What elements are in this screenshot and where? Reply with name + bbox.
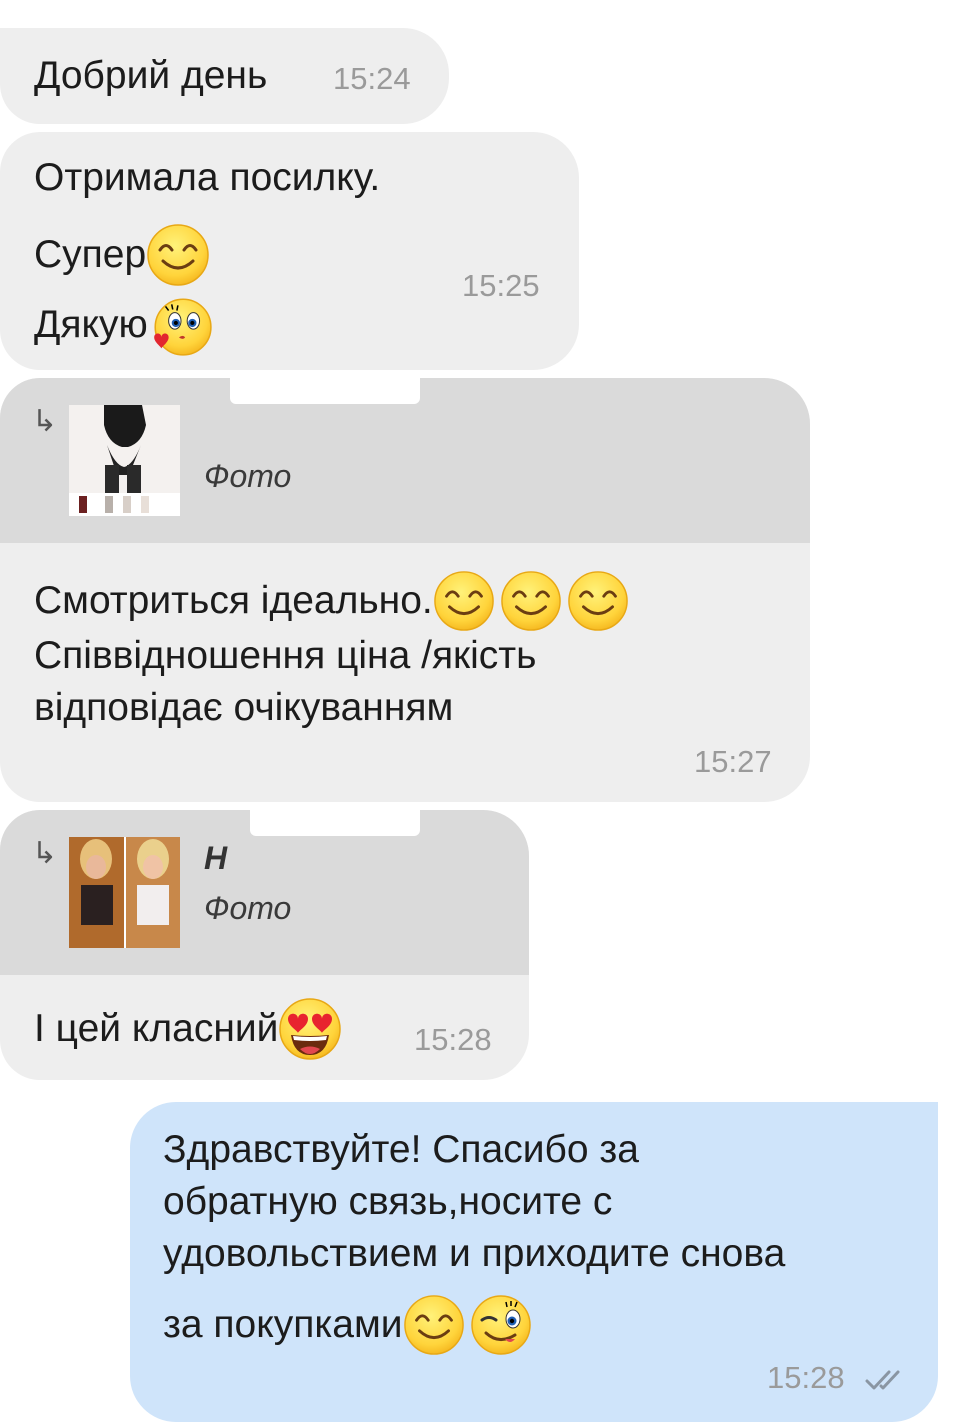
message-bubble-4[interactable]: ↳ Н Фото І цей класний 15:28 — [0, 810, 529, 1080]
message-line: Дякую — [34, 303, 148, 346]
message-time: 15:27 — [694, 744, 772, 779]
message-line: Супер — [34, 233, 147, 276]
smiling-face-icon — [500, 570, 562, 632]
winking-face-icon — [469, 1293, 533, 1357]
redacted-area — [250, 802, 420, 836]
kissing-face-icon — [148, 292, 214, 358]
redacted-area — [230, 370, 420, 404]
message-time: 15:28 — [767, 1360, 845, 1395]
message-bubble-5[interactable]: Здравствуйте! Спасибо за обратную связь,… — [130, 1102, 938, 1422]
quoted-photo-thumbnail[interactable] — [69, 405, 180, 516]
double-check-icon — [865, 1370, 900, 1390]
message-text: І цей класний — [34, 1007, 279, 1050]
message-line: Здравствуйте! Спасибо за — [163, 1128, 639, 1171]
message-line: удовольствием и приходите снова — [163, 1232, 786, 1275]
message-line: Співвідношення ціна /якість — [34, 634, 537, 677]
message-time: 15:25 — [462, 268, 540, 303]
message-text: Добрий день — [34, 54, 268, 97]
smiling-face-icon — [567, 570, 629, 632]
smiling-face-icon — [403, 1294, 465, 1356]
message-line: за покупками — [163, 1303, 403, 1346]
message-bubble-1[interactable]: Добрий день 15:24 — [0, 28, 449, 124]
message-time: 15:24 — [333, 61, 411, 96]
message-bubble-2[interactable]: Отримала посилку. Супер Дякую 15:25 — [0, 132, 579, 370]
message-line: Смотриться ідеально. — [34, 579, 433, 622]
quoted-label: Фото — [204, 890, 292, 926]
heart-eyes-face-icon — [278, 997, 342, 1061]
smiling-face-icon — [146, 223, 210, 287]
message-line: обратную связь,носите с — [163, 1180, 613, 1223]
quoted-label: Фото — [204, 458, 292, 494]
quoted-author: Н — [204, 840, 228, 876]
quoted-photo-thumbnail[interactable] — [69, 837, 180, 948]
message-time: 15:28 — [414, 1022, 492, 1057]
reply-arrow-icon: ↳ — [32, 837, 58, 870]
reply-arrow-icon: ↳ — [32, 405, 58, 438]
smiling-face-icon — [433, 570, 495, 632]
message-bubble-3[interactable]: ↳ Фото Смотриться ідеально. Співвідношен… — [0, 378, 810, 802]
message-line: Отримала посилку. — [34, 156, 381, 199]
message-line: відповідає очікуванням — [34, 686, 454, 729]
